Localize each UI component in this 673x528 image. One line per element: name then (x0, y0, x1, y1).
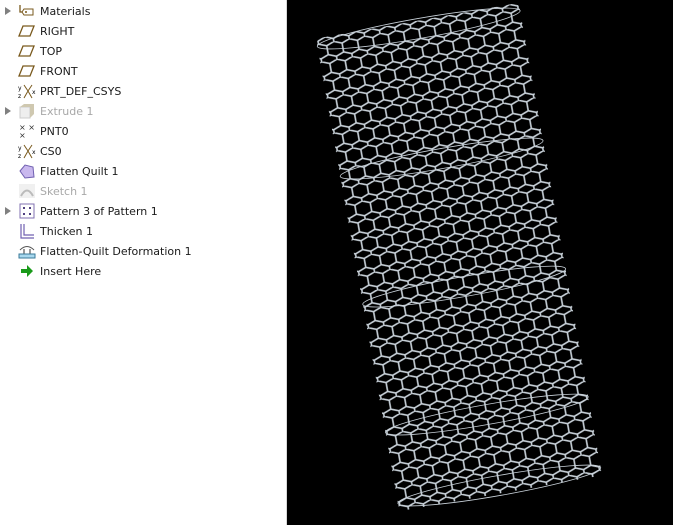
datum-plane-icon (18, 63, 36, 79)
tree-item[interactable]: Thicken 1 (0, 221, 286, 241)
mesh-surface (315, 2, 603, 512)
flatten-quilt-icon (18, 163, 36, 179)
csys-icon: yz x (18, 143, 36, 159)
svg-text:y: y (18, 145, 22, 152)
tree-item[interactable]: FRONT (0, 61, 286, 81)
thicken-icon (18, 223, 36, 239)
csys-icon: yz x (18, 83, 36, 99)
tree-item[interactable]: Flatten Quilt 1 (0, 161, 286, 181)
graphics-viewport[interactable] (287, 0, 673, 525)
expand-arrow-icon[interactable] (5, 7, 11, 15)
stent-mesh-model (315, 2, 603, 512)
tree-item-label: Extrude 1 (40, 104, 94, 118)
tree-item[interactable]: × × × PNT0 (0, 121, 286, 141)
pattern-icon (18, 203, 36, 219)
sketch-icon (18, 183, 36, 199)
svg-text:x: x (32, 149, 36, 156)
datum-point-icon: × × × (18, 123, 36, 139)
tree-item-label: Insert Here (40, 264, 102, 278)
insert-arrow-icon (18, 263, 36, 279)
tree-item[interactable]: Extrude 1 (0, 101, 286, 121)
tree-item-label: FRONT (40, 64, 78, 78)
tree-item[interactable]: y z x CS0 (0, 141, 286, 161)
svg-text:x: x (32, 89, 36, 96)
tree-item[interactable]: TOP (0, 41, 286, 61)
tree-item[interactable]: Flatten-Quilt Deformation 1 (0, 241, 286, 261)
tree-item[interactable]: Materials (0, 1, 286, 21)
tree-item-label: PRT_DEF_CSYS (40, 84, 122, 98)
tree-item[interactable]: y z x PRT_DEF_CSYS (0, 81, 286, 101)
svg-text:y: y (18, 85, 22, 92)
tree-item-label: PNT0 (40, 124, 69, 138)
tree-item-label: RIGHT (40, 24, 75, 38)
tree-item-label: Thicken 1 (40, 224, 94, 238)
datum-plane-icon (18, 43, 36, 59)
expand-arrow-icon[interactable] (5, 207, 11, 215)
tree-item-label: CS0 (40, 144, 62, 158)
tree-item-label: Flatten-Quilt Deformation 1 (40, 244, 192, 258)
tree-item[interactable]: RIGHT (0, 21, 286, 41)
tree-item-label: TOP (40, 44, 63, 58)
extrude-icon (18, 103, 36, 119)
deformation-icon (18, 243, 36, 259)
tree-item-label: Materials (40, 4, 91, 18)
model-tree: Materials RIGHT TOP FRONT y z x PRT_DEF_CSYS Ext… (0, 0, 287, 525)
svg-text:×: × (19, 131, 26, 139)
tree-item-label: Flatten Quilt 1 (40, 164, 119, 178)
datum-plane-icon (18, 23, 36, 39)
materials-icon (18, 3, 36, 19)
expand-arrow-icon[interactable] (5, 107, 11, 115)
tree-item[interactable]: Insert Here (0, 261, 286, 281)
svg-text:z: z (18, 93, 21, 99)
tree-item[interactable]: Pattern 3 of Pattern 1 (0, 201, 286, 221)
tree-item-label: Pattern 3 of Pattern 1 (40, 204, 158, 218)
tree-item-label: Sketch 1 (40, 184, 88, 198)
tree-item[interactable]: Sketch 1 (0, 181, 286, 201)
svg-text:z: z (18, 153, 21, 159)
